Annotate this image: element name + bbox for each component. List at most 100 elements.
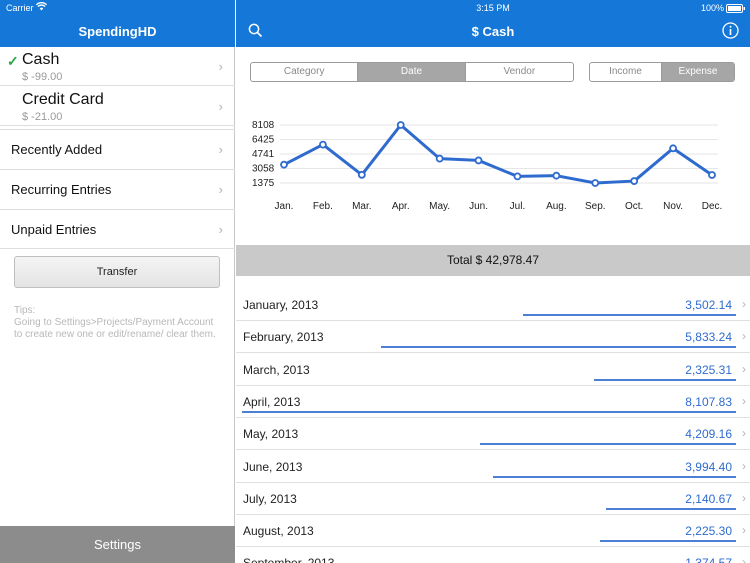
month-row[interactable]: September, 2013 1,374.57 ›: [236, 547, 750, 563]
menu-item-recurring-entries[interactable]: Recurring Entries ›: [0, 169, 235, 209]
month-label: April, 2013: [243, 394, 301, 409]
amount-bar: [493, 475, 736, 478]
amount-bar: [480, 443, 736, 446]
data-point: [552, 171, 561, 180]
status-time: 3:15 PM: [476, 3, 510, 13]
chevron-right-icon: ›: [742, 361, 746, 376]
x-tick-label: May.: [429, 201, 450, 212]
account-balance: $ -99.00: [22, 71, 63, 83]
month-label: June, 2013: [243, 459, 303, 474]
chevron-right-icon: ›: [218, 222, 223, 237]
menu-item-label: Recurring Entries: [11, 182, 112, 197]
month-row[interactable]: August, 2013 2,225.30 ›: [236, 515, 750, 548]
month-label: August, 2013: [243, 524, 314, 539]
month-row[interactable]: July, 2013 2,140.67 ›: [236, 482, 750, 515]
data-point: [357, 170, 366, 179]
data-point: [396, 121, 405, 129]
expense-line-chart: 8108 6425 4741 3058 1375 Jan. Feb. Mar. Apr. May.…: [252, 120, 722, 212]
y-tick-label: 6425: [252, 135, 275, 146]
y-tick-label: 4741: [252, 149, 275, 160]
month-row[interactable]: January, 2013 3,502.14 ›: [236, 289, 750, 321]
tips-body: Going to Settings>Projects/Payment Accou…: [14, 317, 216, 340]
account-row-credit-card[interactable]: Credit Card $ -21.00 ›: [0, 87, 235, 126]
month-label: March, 2013: [243, 362, 310, 377]
month-amount: 5,833.24: [685, 330, 732, 345]
y-tick-label: 1375: [252, 178, 275, 189]
month-amount: 2,140.67: [685, 491, 732, 506]
segment-expense[interactable]: Expense: [662, 63, 734, 81]
main-header: 3:15 PM 100% $ Cash: [236, 0, 750, 47]
month-amount: 3,502.14: [685, 298, 732, 312]
segment-date[interactable]: Date: [358, 63, 466, 81]
chevron-right-icon: ›: [742, 458, 746, 473]
chevron-right-icon: ›: [218, 142, 223, 157]
account-name: Cash: [22, 51, 60, 68]
amount-bar: [381, 346, 736, 349]
month-amount: 1,374.57: [685, 556, 732, 563]
sidebar-header: Carrier SpendingHD: [0, 0, 235, 47]
battery-label: 100%: [700, 3, 724, 13]
x-tick-label: Nov.: [663, 201, 683, 212]
segment-category[interactable]: Category: [251, 63, 359, 81]
account-balance: $ -21.00: [22, 111, 63, 123]
menu-item-unpaid-entries[interactable]: Unpaid Entries ›: [0, 209, 235, 249]
x-tick-label: Aug.: [546, 201, 567, 212]
page-title: $ Cash: [471, 24, 515, 39]
month-label: February, 2013: [243, 330, 324, 345]
settings-button[interactable]: Settings: [0, 526, 235, 563]
data-point: [474, 156, 483, 165]
data-point: [435, 154, 444, 163]
app-title: SpendingHD: [78, 24, 157, 39]
month-label: July, 2013: [243, 491, 297, 506]
tips-text: Tips: Going to Settings>Projects/Payment…: [14, 305, 224, 341]
x-tick-label: Apr.: [392, 201, 410, 212]
info-icon[interactable]: [722, 22, 739, 44]
chevron-right-icon: ›: [218, 182, 223, 197]
data-point: [319, 140, 327, 149]
total-label: Total $ 42,978.47: [236, 245, 750, 276]
month-amount: 4,209.16: [685, 427, 732, 442]
chevron-right-icon: ›: [218, 99, 223, 114]
chevron-right-icon: ›: [742, 555, 746, 563]
month-row[interactable]: May, 2013 4,209.16 ›: [236, 418, 750, 451]
month-label: May, 2013: [243, 427, 299, 442]
battery-icon: [726, 4, 746, 15]
chevron-right-icon: ›: [742, 426, 746, 441]
segment-vendor[interactable]: Vendor: [466, 63, 573, 81]
app-window: Carrier SpendingHD ✓ Cash $ -99.00 › Cre…: [0, 0, 750, 563]
main-pane: 3:15 PM 100% $ Cash Category Date Vendor…: [236, 0, 750, 563]
x-tick-label: Oct.: [625, 201, 643, 212]
data-point: [669, 144, 677, 153]
data-point: [513, 172, 522, 181]
carrier-label: Carrier: [6, 3, 34, 13]
amount-bar: [600, 540, 736, 543]
chevron-right-icon: ›: [742, 523, 746, 538]
group-by-segmented-control: Category Date Vendor: [250, 62, 574, 82]
segment-income[interactable]: Income: [590, 63, 662, 81]
month-row[interactable]: March, 2013 2,325.31 ›: [236, 353, 750, 386]
transfer-button[interactable]: Transfer: [14, 256, 220, 288]
menu-item-recently-added[interactable]: Recently Added ›: [0, 129, 235, 169]
y-tick-label: 3058: [252, 164, 275, 175]
x-tick-label: Feb.: [313, 201, 333, 212]
amount-bar: [594, 378, 736, 381]
month-row[interactable]: February, 2013 5,833.24 ›: [236, 321, 750, 354]
x-tick-label: Mar.: [352, 201, 371, 212]
chevron-right-icon: ›: [742, 490, 746, 505]
sidebar: Carrier SpendingHD ✓ Cash $ -99.00 › Cre…: [0, 0, 235, 563]
menu-item-label: Recently Added: [11, 142, 103, 157]
amount-bar: [523, 314, 736, 316]
chevron-right-icon: ›: [742, 393, 746, 408]
account-row-cash[interactable]: ✓ Cash $ -99.00 ›: [0, 47, 235, 86]
amount-bar: [606, 507, 736, 510]
data-point: [630, 177, 639, 185]
month-row[interactable]: April, 2013 8,107.83 ›: [236, 385, 750, 418]
data-point: [591, 179, 600, 187]
tips-title: Tips:: [14, 305, 36, 316]
chevron-right-icon: ›: [742, 297, 746, 311]
month-amount: 2,225.30: [685, 524, 732, 539]
month-amount: 8,107.83: [685, 394, 732, 409]
chevron-right-icon: ›: [742, 329, 746, 344]
month-amount: 3,994.40: [685, 459, 732, 474]
month-row[interactable]: June, 2013 3,994.40 ›: [236, 450, 750, 483]
